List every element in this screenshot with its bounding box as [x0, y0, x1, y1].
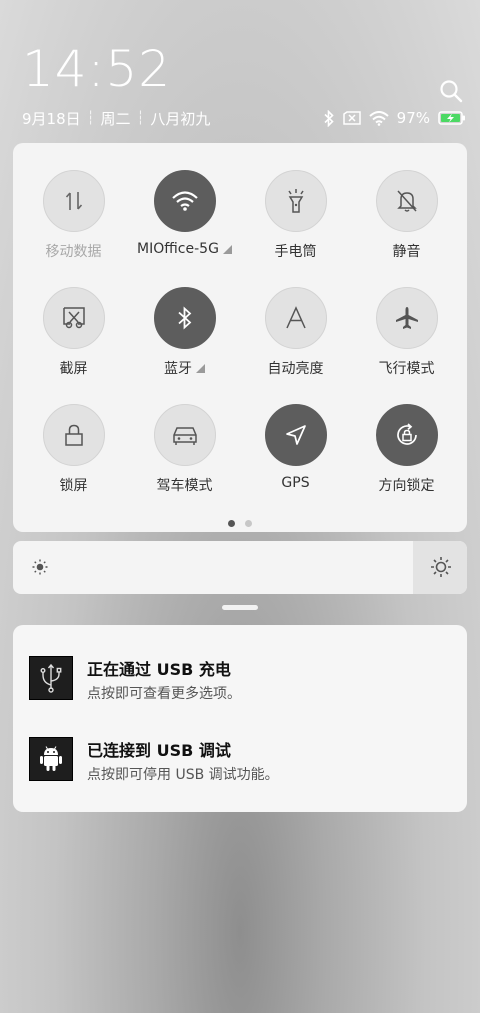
tile-label: MIOffice-5G: [137, 241, 232, 257]
tile-wifi[interactable]: MIOffice-5G: [129, 170, 240, 280]
tile-label: 方向锁定: [378, 478, 435, 494]
notification-body: 点按即可停用 USB 调试功能。: [87, 767, 279, 783]
rotation-lock-icon: [375, 404, 438, 466]
quick-settings-panel: 移动数据 MIOffice-5G 手电筒 静音 截屏 蓝牙 自动亮度 飞行模式 …: [13, 143, 467, 532]
battery-percent: 97%: [396, 109, 430, 127]
tile-label: 手电筒: [274, 244, 317, 260]
brightness-high-icon: [430, 556, 452, 582]
weekday: 周二: [100, 110, 131, 128]
tile-label: GPS: [281, 475, 310, 491]
mobile-data-icon: [42, 170, 105, 232]
brightness-slider[interactable]: [13, 541, 467, 594]
tile-label: 自动亮度: [267, 361, 324, 377]
search-icon[interactable]: [438, 78, 464, 104]
clock[interactable]: 14:52: [22, 44, 171, 94]
notification-title: 已连接到 USB 调试: [87, 741, 231, 760]
date: 9月18日: [22, 110, 81, 128]
tile-screenshot[interactable]: 截屏: [18, 287, 129, 397]
page-indicator: [13, 520, 467, 527]
tile-label: 移动数据: [45, 244, 102, 260]
battery-charging-icon: [438, 110, 466, 126]
tile-label: 驾车模式: [156, 478, 213, 494]
tile-airplane-mode[interactable]: 飞行模式: [351, 287, 462, 397]
notification-usb-charging[interactable]: 正在通过 USB 充电 点按即可查看更多选项。: [29, 656, 449, 716]
tile-flashlight[interactable]: 手电筒: [240, 170, 351, 280]
lock-icon: [42, 404, 105, 466]
separator: ┆: [136, 111, 145, 126]
bluetooth-icon: [323, 109, 335, 127]
page-dot-active: [228, 520, 235, 527]
expand-indicator-icon[interactable]: [196, 363, 205, 373]
tile-mute[interactable]: 静音: [351, 170, 462, 280]
tile-label: 蓝牙: [164, 358, 205, 378]
brightness-slider-handle[interactable]: [413, 541, 467, 594]
notification-title: 正在通过 USB 充电: [87, 660, 231, 679]
separator: ┆: [86, 111, 95, 126]
lunar-date: 八月初九: [150, 110, 211, 128]
page-dot[interactable]: [245, 520, 252, 527]
wifi-icon: [153, 170, 216, 232]
screenshot-icon: [42, 287, 105, 349]
tile-label: 飞行模式: [378, 361, 435, 377]
tile-bluetooth[interactable]: 蓝牙: [129, 287, 240, 397]
tile-gps[interactable]: GPS: [240, 404, 351, 514]
no-sim-icon: [342, 111, 361, 125]
date-line[interactable]: 9月18日 ┆ 周二 ┆ 八月初九: [22, 108, 210, 129]
brightness-low-icon: [31, 558, 49, 580]
bluetooth-icon: [153, 287, 216, 349]
tile-lock-screen[interactable]: 锁屏: [18, 404, 129, 514]
bluetooth-label: 蓝牙: [164, 361, 192, 377]
notification-usb-debugging[interactable]: 已连接到 USB 调试 点按即可停用 USB 调试功能。: [29, 737, 449, 797]
status-bar: 14:52 9月18日 ┆ 周二 ┆ 八月初九 97%: [0, 0, 480, 140]
tile-mobile-data[interactable]: 移动数据: [18, 170, 129, 280]
notification-panel: 正在通过 USB 充电 点按即可查看更多选项。 已连接到 USB 调试 点按即可…: [13, 625, 467, 812]
notification-body: 点按即可查看更多选项。: [87, 686, 241, 702]
status-icons: 97%: [323, 108, 466, 128]
drag-handle[interactable]: [222, 605, 258, 610]
expand-indicator-icon[interactable]: [222, 244, 232, 254]
flashlight-icon: [264, 170, 327, 232]
tile-label: 锁屏: [59, 478, 88, 494]
bell-off-icon: [375, 170, 438, 232]
tile-label: 截屏: [59, 361, 88, 377]
car-icon: [153, 404, 216, 466]
location-icon: [264, 404, 327, 466]
wifi-icon: [368, 110, 389, 126]
wifi-network-name: MIOffice-5G: [137, 241, 219, 257]
auto-brightness-icon: [264, 287, 327, 349]
airplane-icon: [375, 287, 438, 349]
tile-driving-mode[interactable]: 驾车模式: [129, 404, 240, 514]
usb-icon: [29, 656, 73, 700]
android-icon: [29, 737, 73, 781]
tile-label: 静音: [392, 244, 421, 260]
tile-auto-brightness[interactable]: 自动亮度: [240, 287, 351, 397]
tile-rotation-lock[interactable]: 方向锁定: [351, 404, 462, 514]
